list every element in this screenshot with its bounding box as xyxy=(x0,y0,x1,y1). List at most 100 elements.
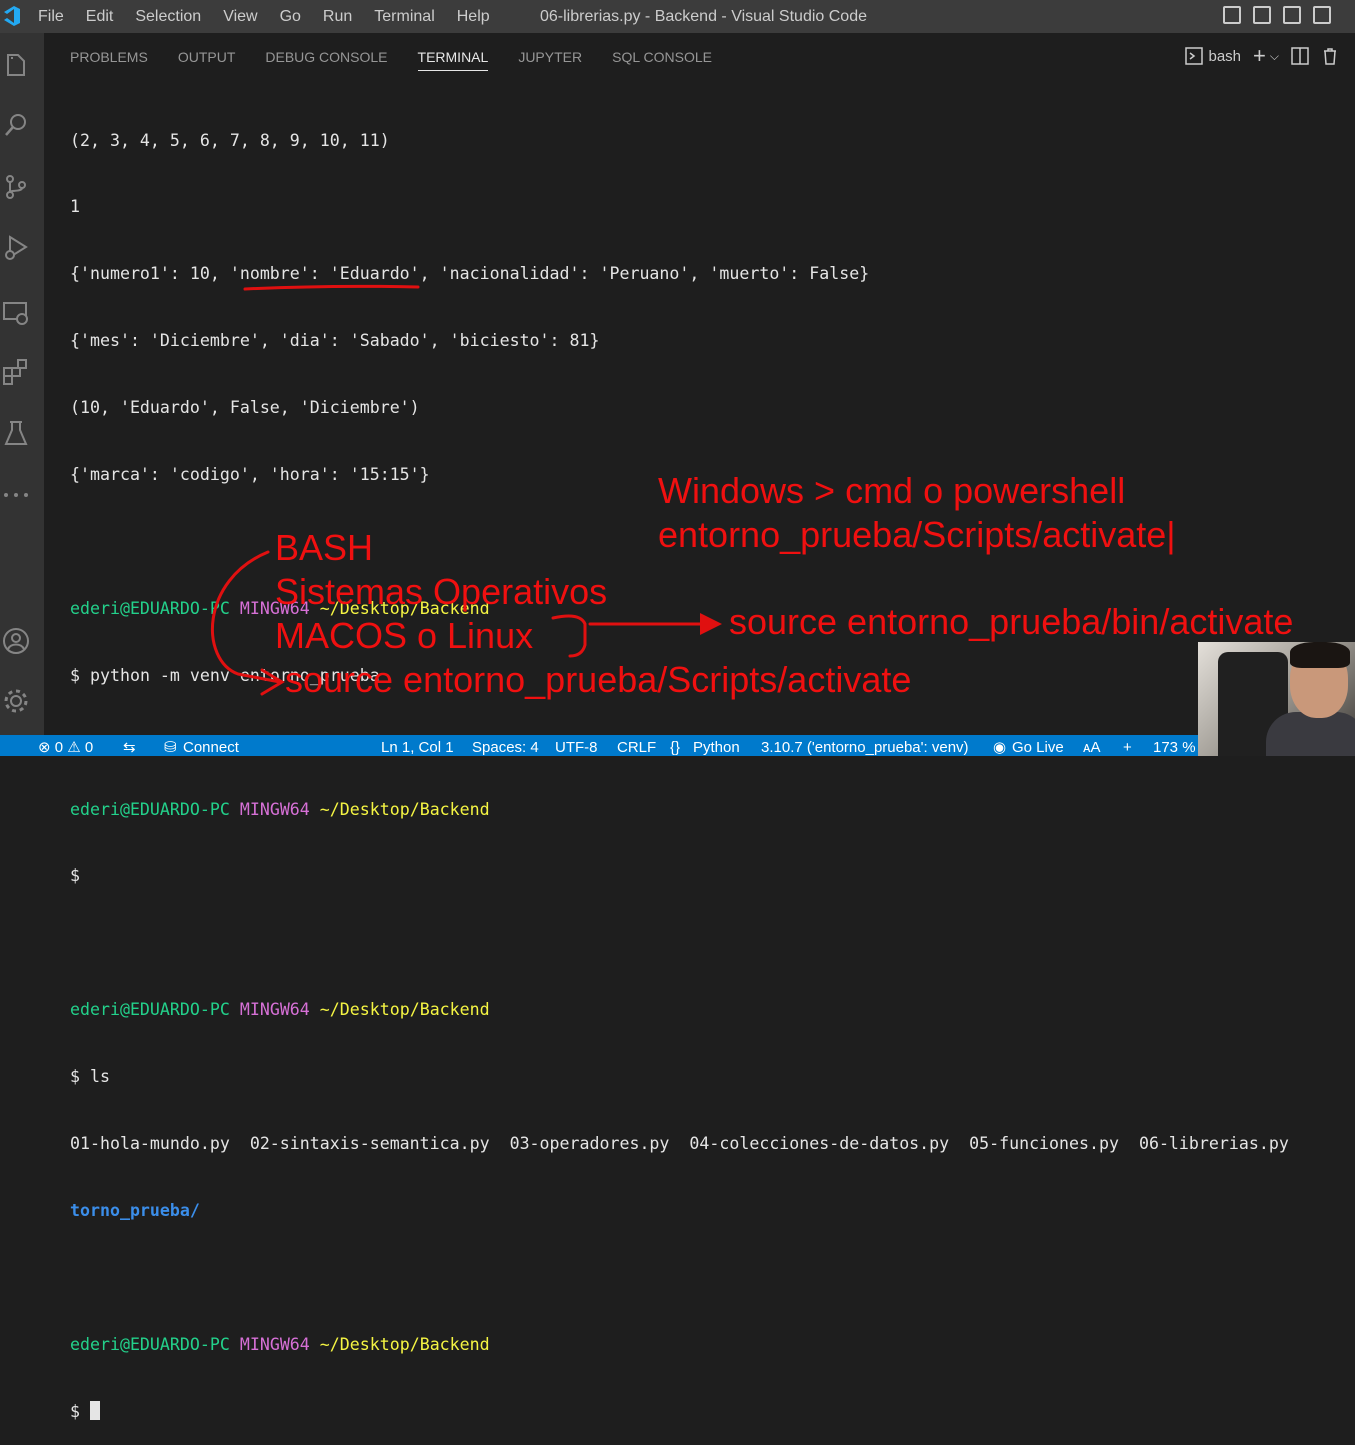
panel-header: PROBLEMS OUTPUT DEBUG CONSOLE TERMINAL J… xyxy=(44,33,1355,79)
annotation-bash: BASH xyxy=(275,530,373,566)
terminal-shell-selector[interactable]: bash xyxy=(1185,47,1242,65)
tab-sql-console[interactable]: SQL CONSOLE xyxy=(612,33,712,79)
prompt-symbol: $ xyxy=(70,666,80,685)
indentation[interactable]: Spaces: 4 xyxy=(472,735,539,756)
explorer-icon[interactable] xyxy=(2,51,30,79)
annotation-macos: MACOS o Linux xyxy=(275,618,533,654)
terminal-cursor xyxy=(90,1401,100,1420)
more-icon[interactable] xyxy=(2,481,30,509)
prompt-host: MINGW64 xyxy=(240,1000,310,1019)
chevron-down-icon[interactable]: ⌵ xyxy=(1270,49,1279,64)
terminal-icon xyxy=(1185,47,1203,65)
customize-layout-icon[interactable] xyxy=(1313,6,1331,24)
command-text: ls xyxy=(90,1067,110,1086)
annotation-sistemas: Sistemas Operativos xyxy=(275,574,607,610)
connect-button[interactable]: Connect xyxy=(183,735,239,756)
output-line: 1 xyxy=(70,196,1289,218)
window-title: 06-librerias.py - Backend - Visual Studi… xyxy=(540,0,867,33)
settings-gear-icon[interactable] xyxy=(2,687,30,715)
blank-line xyxy=(70,1267,1289,1289)
menu-file[interactable]: File xyxy=(38,8,64,26)
command-line: $ xyxy=(70,1401,1289,1423)
prompt-path: ~/Desktop/Backend xyxy=(320,800,490,819)
tab-terminal[interactable]: TERMINAL xyxy=(418,33,489,79)
prompt-symbol: $ xyxy=(70,1067,80,1086)
prompt-user: ederi@EDUARDO-PC xyxy=(70,599,230,618)
remote-status-icon[interactable]: ⇆ xyxy=(123,735,136,756)
font-size-icon[interactable]: ᴀA xyxy=(1083,735,1100,756)
terminal-output[interactable]: (2, 3, 4, 5, 6, 7, 8, 9, 10, 11) 1 {'num… xyxy=(70,85,1289,1445)
prompt-line: ederi@EDUARDO-PC MINGW64 ~/Desktop/Backe… xyxy=(70,799,1289,821)
ls-output-files: 01-hola-mundo.py 02-sintaxis-semantica.p… xyxy=(70,1133,1289,1155)
annotation-source-bin: source entorno_prueba/bin/activate xyxy=(729,604,1293,640)
prompt-host: MINGW64 xyxy=(240,800,310,819)
encoding[interactable]: UTF-8 xyxy=(555,735,598,756)
output-line: (10, 'Eduardo', False, 'Diciembre') xyxy=(70,397,1289,419)
database-icon: ⛁ xyxy=(164,735,177,756)
command-line: $ ls xyxy=(70,1066,1289,1088)
zoom-level[interactable]: 173 % xyxy=(1153,735,1196,756)
zoom-in-button[interactable]: + xyxy=(1123,735,1132,756)
menu-terminal[interactable]: Terminal xyxy=(374,8,434,26)
menu-bar: File Edit Selection View Go Run Terminal… xyxy=(38,0,512,33)
prompt-path: ~/Desktop/Backend xyxy=(320,1335,490,1354)
menu-help[interactable]: Help xyxy=(457,8,490,26)
testing-icon[interactable] xyxy=(2,419,30,447)
annotation-source-scripts: source entorno_prueba/Scripts/activate xyxy=(285,662,911,698)
webcam-overlay xyxy=(1198,642,1355,756)
prompt-path: ~/Desktop/Backend xyxy=(320,1000,490,1019)
line-ending[interactable]: CRLF xyxy=(617,735,656,756)
python-interpreter[interactable]: 3.10.7 ('entorno_prueba': venv) xyxy=(761,735,969,756)
tab-output[interactable]: OUTPUT xyxy=(178,33,236,79)
cursor-position[interactable]: Ln 1, Col 1 xyxy=(381,735,454,756)
panel-actions: bash + ⌵ xyxy=(1185,33,1355,79)
output-line: (2, 3, 4, 5, 6, 7, 8, 9, 10, 11) xyxy=(70,130,1289,152)
tab-problems[interactable]: PROBLEMS xyxy=(70,33,148,79)
title-bar: File Edit Selection View Go Run Terminal… xyxy=(0,0,1355,33)
layout-controls xyxy=(1223,6,1331,24)
webcam-person-hair xyxy=(1290,642,1350,668)
output-line: {'numero1': 10, 'nombre': 'Eduardo', 'na… xyxy=(70,263,1289,285)
prompt-user: ederi@EDUARDO-PC xyxy=(70,1335,230,1354)
status-bar: ⊗ 0 ⚠ 0 ⇆ ⛁ Connect Ln 1, Col 1 Spaces: … xyxy=(0,735,1355,756)
webcam-person-body xyxy=(1266,712,1355,756)
menu-view[interactable]: View xyxy=(223,8,257,26)
toggle-panel-icon[interactable] xyxy=(1253,6,1271,24)
prompt-line: ederi@EDUARDO-PC MINGW64 ~/Desktop/Backe… xyxy=(70,1334,1289,1356)
trash-icon[interactable] xyxy=(1321,47,1339,65)
prompt-user: ederi@EDUARDO-PC xyxy=(70,1000,230,1019)
panel-tabs: PROBLEMS OUTPUT DEBUG CONSOLE TERMINAL J… xyxy=(70,33,742,79)
menu-edit[interactable]: Edit xyxy=(86,8,114,26)
prompt-symbol: $ xyxy=(70,1402,80,1421)
accounts-icon[interactable] xyxy=(2,627,30,655)
command-line: $ xyxy=(70,865,1289,887)
activity-bar xyxy=(0,33,44,735)
prompt-host: MINGW64 xyxy=(240,1335,310,1354)
ls-output-dir: torno_prueba/ xyxy=(70,1200,1289,1222)
remote-explorer-icon[interactable] xyxy=(2,299,30,327)
menu-go[interactable]: Go xyxy=(280,8,301,26)
shell-name: bash xyxy=(1209,48,1242,65)
extensions-icon[interactable] xyxy=(2,358,30,386)
prompt-line: ederi@EDUARDO-PC MINGW64 ~/Desktop/Backe… xyxy=(70,999,1289,1021)
blank-line xyxy=(70,932,1289,954)
prompt-symbol: $ xyxy=(70,866,80,885)
toggle-secondary-sidebar-icon[interactable] xyxy=(1283,6,1301,24)
annotation-windows: Windows > cmd o powershell xyxy=(658,473,1125,509)
language-mode[interactable]: Python xyxy=(693,735,740,756)
source-control-icon[interactable] xyxy=(2,173,30,201)
problems-status[interactable]: ⊗ 0 ⚠ 0 xyxy=(38,735,93,756)
menu-selection[interactable]: Selection xyxy=(135,8,201,26)
broadcast-icon: ◉ xyxy=(993,735,1006,756)
menu-run[interactable]: Run xyxy=(323,8,352,26)
braces-icon: {} xyxy=(670,735,680,756)
split-terminal-icon[interactable] xyxy=(1291,47,1309,65)
vscode-logo-icon xyxy=(4,6,20,26)
tab-debug-console[interactable]: DEBUG CONSOLE xyxy=(265,33,387,79)
tab-jupyter[interactable]: JUPYTER xyxy=(518,33,582,79)
new-terminal-icon[interactable]: + xyxy=(1253,43,1266,69)
go-live-button[interactable]: Go Live xyxy=(1012,735,1064,756)
search-icon[interactable] xyxy=(2,111,30,139)
run-debug-icon[interactable] xyxy=(2,233,30,261)
toggle-sidebar-icon[interactable] xyxy=(1223,6,1241,24)
